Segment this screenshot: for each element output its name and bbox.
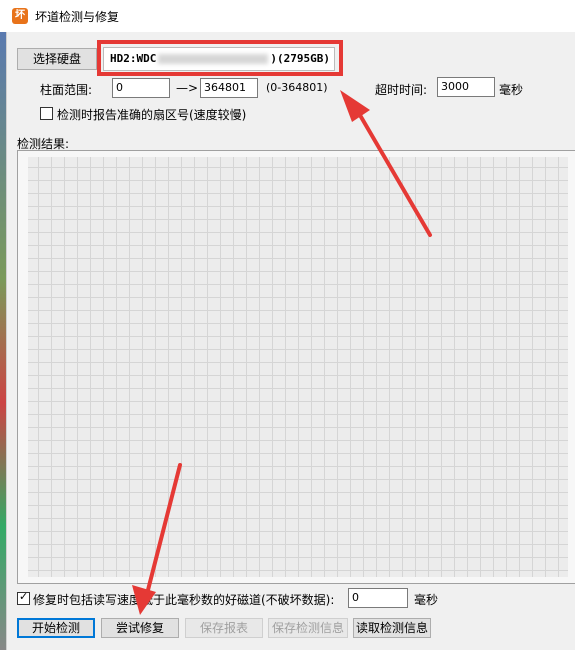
sector-map-grid	[28, 157, 568, 577]
range-label: 柱面范围:	[40, 83, 93, 97]
redacted-disk-model	[158, 54, 269, 64]
try-repair-button[interactable]: 尝试修复	[101, 618, 179, 638]
repair-threshold-input[interactable]: 0	[348, 588, 408, 608]
selected-disk-display: HD2:WDC )(2795GB)	[103, 47, 335, 71]
save-scan-info-button[interactable]: 保存检测信息	[268, 618, 348, 638]
timeout-unit: 毫秒	[499, 83, 524, 97]
range-hint: (0-364801)	[266, 81, 328, 94]
repair-option-checkbox[interactable]	[17, 590, 30, 605]
disk-name-prefix: HD2:WDC	[110, 52, 157, 65]
window-title: 坏道检测与修复	[35, 10, 120, 24]
title-bar: 坏 坏道检测与修复	[0, 0, 575, 32]
app-icon: 坏	[12, 8, 28, 24]
results-panel	[17, 150, 575, 584]
range-to-input[interactable]: 364801	[200, 78, 258, 98]
repair-option-label: 修复时包括读写速度低于此毫秒数的好磁道(不破坏数据):	[33, 593, 335, 607]
timeout-input[interactable]: 3000	[437, 77, 495, 97]
report-sector-checkbox[interactable]	[40, 107, 53, 120]
report-sector-label: 检测时报告准确的扇区号(速度较慢)	[57, 108, 247, 122]
save-report-button[interactable]: 保存报表	[185, 618, 263, 638]
start-scan-button[interactable]: 开始检测	[17, 618, 95, 638]
timeout-label: 超时时间:	[375, 83, 428, 97]
select-disk-button[interactable]: 选择硬盘	[17, 48, 97, 70]
repair-threshold-unit: 毫秒	[414, 593, 439, 607]
load-scan-info-button[interactable]: 读取检测信息	[353, 618, 431, 638]
disk-name-suffix: )(2795GB)	[270, 52, 330, 65]
range-arrow: —>	[176, 81, 199, 95]
range-from-input[interactable]: 0	[112, 78, 170, 98]
